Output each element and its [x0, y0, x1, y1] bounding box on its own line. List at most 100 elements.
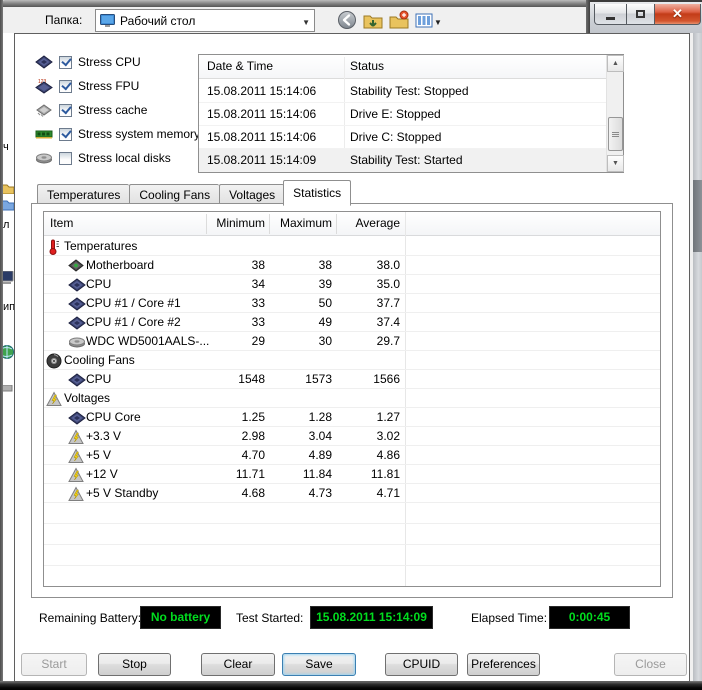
cpuid-button[interactable]: CPUID [385, 653, 458, 676]
statistics-item-label: Cooling Fans [64, 353, 135, 367]
cpu-chip-icon [68, 410, 86, 425]
log-row[interactable]: 15.08.2011 15:14:06 Drive C: Stopped [199, 126, 607, 149]
test-started-lcd: 15.08.2011 15:14:09 [310, 606, 433, 629]
log-scrollbar[interactable]: ▲ ▼ [606, 55, 624, 172]
clear-button[interactable]: Clear [201, 653, 275, 676]
minimize-button[interactable] [594, 4, 627, 25]
close-icon: ✕ [672, 6, 683, 21]
save-button[interactable]: Save [282, 653, 356, 676]
scroll-up-icon[interactable]: ▲ [607, 55, 624, 72]
battery-lcd: No battery [140, 606, 221, 629]
statistics-value: 37.4 [376, 315, 400, 329]
stress-checkbox[interactable] [59, 151, 72, 165]
back-icon[interactable] [337, 10, 357, 30]
folder-combobox[interactable]: Рабочий стол ▼ [95, 9, 315, 32]
statistics-row: CPU Core 1.25 1.28 1.27 [44, 408, 660, 427]
background-window-titlebar: ✕ [586, 0, 702, 33]
scroll-down-icon[interactable]: ▼ [607, 155, 624, 172]
clipped-text: ип [3, 301, 14, 313]
statistics-value: 1.25 [241, 410, 265, 424]
fan-icon [46, 353, 62, 369]
statistics-value: 50 [318, 296, 332, 310]
folder-icon [3, 200, 14, 211]
statistics-value: 4.86 [376, 448, 400, 462]
log-datetime: 15.08.2011 15:14:09 [207, 153, 317, 167]
log-row[interactable]: 15.08.2011 15:14:09 Stability Test: Start… [199, 149, 607, 172]
statistics-row: CPU #1 / Core #2 33 49 37.4 [44, 313, 660, 332]
header-divider [336, 214, 337, 234]
empty-rows-area [44, 503, 660, 586]
clipped-text: л [3, 219, 10, 231]
statistics-value: 1.27 [376, 410, 400, 424]
statistics-item-label: +3.3 V [86, 429, 122, 443]
views-icon[interactable] [414, 10, 434, 30]
statistics-row: CPU 1548 1573 1566 [44, 370, 660, 389]
log-row[interactable]: 15.08.2011 15:14:06 Stability Test: Stopp… [199, 80, 607, 103]
statistics-value: 33 [251, 315, 265, 329]
up-one-level-icon[interactable] [363, 10, 383, 30]
fpu-chip-icon: 123 [35, 78, 55, 94]
battery-label: Remaining Battery: [39, 611, 142, 625]
save-dialog-file-list-sliver: ч л ип [3, 33, 14, 681]
statistics-item-label: CPU [86, 277, 112, 291]
elapsed-time-label: Elapsed Time: [471, 611, 548, 625]
cpu-chip-icon [68, 315, 86, 330]
close-button[interactable]: ✕ [655, 4, 701, 25]
folder-combobox-value: Рабочий стол [120, 13, 196, 28]
header-divider [206, 214, 207, 234]
stress-option-label: Stress system memory [78, 127, 201, 141]
stress-checkbox[interactable] [59, 55, 72, 69]
statistics-table: Item Minimum Maximum Average Temperature… [43, 211, 661, 587]
network-globe-icon [3, 345, 14, 359]
statistics-item-label: +12 V [86, 467, 118, 481]
log-datetime: 15.08.2011 15:14:06 [207, 107, 317, 121]
statistics-value: 1566 [373, 372, 400, 386]
thermometer-icon [46, 239, 62, 255]
column-maximum[interactable]: Maximum [270, 216, 332, 230]
stop-button[interactable]: Stop [98, 653, 171, 676]
stress-checkbox[interactable] [59, 127, 72, 141]
statistics-row: CPU #1 / Core #1 33 50 37.7 [44, 294, 660, 313]
statistics-value: 2.98 [241, 429, 265, 443]
column-average[interactable]: Average [337, 216, 400, 230]
column-item[interactable]: Item [50, 216, 73, 230]
stress-checkbox[interactable] [59, 103, 72, 117]
preferences-button[interactable]: Preferences [467, 653, 540, 676]
log-column-status[interactable]: Status [350, 59, 384, 73]
stress-option-row: Stress CPU [35, 52, 141, 72]
status-bar: Remaining Battery: No battery Test Start… [15, 606, 691, 632]
stress-option-row: Stress local disks [35, 148, 171, 168]
column-minimum[interactable]: Minimum [207, 216, 265, 230]
combobox-dropdown-icon[interactable]: ▼ [302, 18, 310, 27]
statistics-value: 38.0 [376, 258, 400, 272]
statistics-item-label: CPU #1 / Core #2 [86, 315, 181, 329]
statistics-row: +12 V 11.71 11.84 11.81 [44, 465, 660, 484]
statistics-row: Cooling Fans [44, 351, 660, 370]
statistics-value: 4.73 [308, 486, 332, 500]
tab-statistics[interactable]: Statistics [283, 180, 352, 206]
voltage-icon [68, 486, 84, 501]
statistics-value: 49 [318, 315, 332, 329]
minimize-icon [606, 16, 615, 20]
folder-label: Папка: [45, 13, 83, 27]
statistics-value: 4.89 [308, 448, 332, 462]
voltage-icon [68, 467, 84, 482]
statistics-value: 33 [251, 296, 265, 310]
scrollbar-thumb[interactable] [608, 117, 623, 151]
maximize-button[interactable] [627, 4, 655, 25]
test-started-label: Test Started: [236, 611, 304, 625]
stress-checkbox[interactable] [59, 79, 72, 93]
views-dropdown-icon[interactable]: ▼ [434, 18, 442, 27]
statistics-item-label: Motherboard [86, 258, 155, 272]
statistics-value: 1548 [238, 372, 265, 386]
voltage-icon [68, 429, 84, 444]
statistics-value: 38 [318, 258, 332, 272]
log-row[interactable]: 15.08.2011 15:14:06 Drive E: Stopped [199, 103, 607, 126]
log-column-datetime[interactable]: Date & Time [207, 59, 273, 73]
new-folder-icon[interactable] [389, 10, 409, 30]
cpu-chip-icon [68, 277, 86, 292]
statistics-value: 35.0 [376, 277, 400, 291]
save-dialog-toolbar: Папка: Рабочий стол ▼ ▼ [3, 7, 586, 33]
statistics-value: 1573 [305, 372, 332, 386]
background-bottom-edge [0, 681, 702, 690]
